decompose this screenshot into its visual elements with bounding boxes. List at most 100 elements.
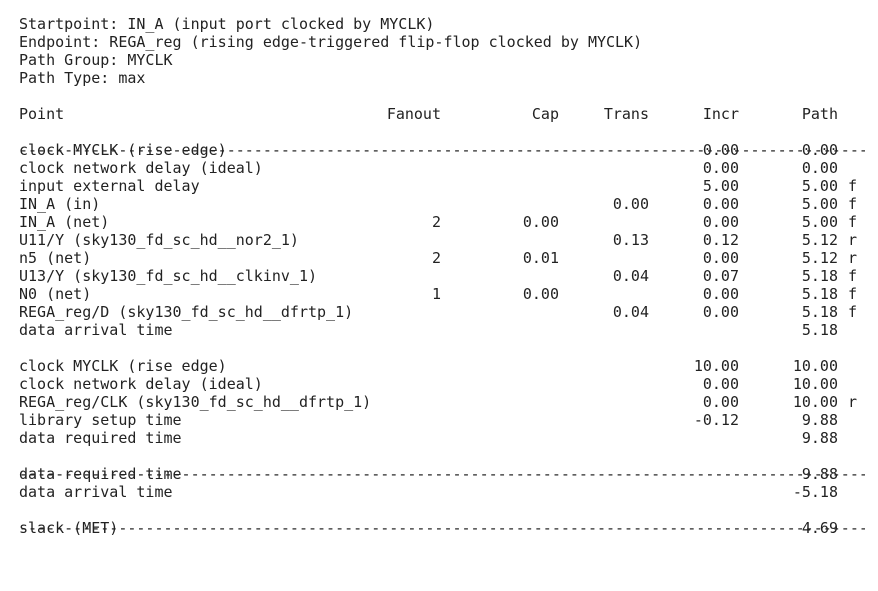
- cell-point: IN_A (net): [19, 213, 110, 231]
- cell-path: 9.88: [801, 429, 838, 447]
- column-header-fanout: Fanout: [386, 105, 441, 123]
- column-header-point: Point: [19, 105, 65, 123]
- cell-path: 9.88: [801, 465, 838, 483]
- table-row: data arrival time -5.18: [0, 483, 878, 501]
- cell-edge: r: [848, 231, 858, 249]
- table-row: U13/Y (sky130_fd_sc_hd__clkinv_1) 0.04 0.0…: [0, 267, 878, 285]
- cell-point: data arrival time: [19, 483, 173, 501]
- cell-path: 5.12: [801, 231, 838, 249]
- cell-path: 5.00: [801, 195, 838, 213]
- cell-path: -5.18: [792, 483, 838, 501]
- path-type-line: Path Type: max: [0, 69, 878, 87]
- startpoint-text: Startpoint: IN_A (input port clocked by …: [19, 15, 435, 33]
- column-header-trans: Trans: [603, 105, 649, 123]
- cell-path: 5.12: [801, 249, 838, 267]
- cell-incr: 0.00: [702, 285, 739, 303]
- cell-trans: 0.04: [612, 303, 649, 321]
- table-row: clock MYCLK (rise edge) 0.00 0.00: [0, 141, 878, 159]
- cell-point: REGA_reg/D (sky130_fd_sc_hd__dfrtp_1): [19, 303, 354, 321]
- path-group-line: Path Group: MYCLK: [0, 51, 878, 69]
- cell-path: 5.18: [801, 321, 838, 339]
- timing-report: Startpoint: IN_A (input port clocked by …: [0, 0, 878, 544]
- slack-row: slack (MET) 4.69: [0, 519, 878, 537]
- table-row: IN_A (in) 0.00 0.00 5.00 f: [0, 195, 878, 213]
- table-row: clock network delay (ideal) 0.00 0.00: [0, 159, 878, 177]
- cell-edge: r: [848, 393, 858, 411]
- cell-incr: 0.07: [702, 267, 739, 285]
- cell-cap: 0.01: [522, 249, 559, 267]
- cell-incr: 0.12: [702, 231, 739, 249]
- column-header-row: Point Fanout Cap Trans Incr Path: [0, 105, 878, 123]
- cell-point: N0 (net): [19, 285, 92, 303]
- column-header-cap: Cap: [531, 105, 559, 123]
- cell-incr: 0.00: [702, 195, 739, 213]
- cell-cap: 0.00: [522, 213, 559, 231]
- path-group-text: Path Group: MYCLK: [19, 51, 173, 69]
- table-row: library setup time -0.12 9.88: [0, 411, 878, 429]
- table-row: data required time 9.88: [0, 429, 878, 447]
- cell-fanout: 2: [431, 249, 441, 267]
- cell-incr: 0.00: [702, 393, 739, 411]
- cell-point: U11/Y (sky130_fd_sc_hd__nor2_1): [19, 231, 299, 249]
- endpoint-line: Endpoint: REGA_reg (rising edge-triggere…: [0, 33, 878, 51]
- cell-path: 5.00: [801, 213, 838, 231]
- cell-incr: 0.00: [702, 213, 739, 231]
- cell-edge: f: [848, 303, 858, 321]
- cell-path: 0.00: [801, 141, 838, 159]
- cell-point: REGA_reg/CLK (sky130_fd_sc_hd__dfrtp_1): [19, 393, 372, 411]
- cell-incr: 0.00: [702, 159, 739, 177]
- cell-point: data required time: [19, 465, 182, 483]
- cell-path: 10.00: [792, 375, 838, 393]
- cell-trans: 0.13: [612, 231, 649, 249]
- separator-required: ----------------------------------------…: [0, 447, 878, 483]
- cell-incr: -0.12: [693, 411, 739, 429]
- cell-point: n5 (net): [19, 249, 92, 267]
- cell-point: clock network delay (ideal): [19, 159, 263, 177]
- cell-cap: 0.00: [522, 285, 559, 303]
- slack-value: 4.69: [801, 519, 838, 537]
- cell-path: 5.18: [801, 303, 838, 321]
- cell-trans: 0.00: [612, 195, 649, 213]
- table-row: N0 (net) 1 0.00 0.00 5.18 f: [0, 285, 878, 303]
- table-row: REGA_reg/CLK (sky130_fd_sc_hd__dfrtp_1) 0…: [0, 393, 878, 411]
- column-header-path: Path: [801, 105, 838, 123]
- table-row: data required time 9.88: [0, 465, 878, 483]
- cell-edge: f: [848, 285, 858, 303]
- cell-edge: f: [848, 267, 858, 285]
- table-row: n5 (net) 2 0.01 0.00 5.12 r: [0, 249, 878, 267]
- column-header-incr: Incr: [702, 105, 739, 123]
- cell-incr: 0.00: [702, 249, 739, 267]
- startpoint-line: Startpoint: IN_A (input port clocked by …: [0, 15, 878, 33]
- cell-incr: 0.00: [702, 303, 739, 321]
- cell-incr: 10.00: [693, 357, 739, 375]
- cell-point: U13/Y (sky130_fd_sc_hd__clkinv_1): [19, 267, 318, 285]
- cell-incr: 0.00: [702, 375, 739, 393]
- cell-fanout: 1: [431, 285, 441, 303]
- cell-path: 10.00: [792, 393, 838, 411]
- path-type-text: Path Type: max: [19, 69, 146, 87]
- cell-point: IN_A (in): [19, 195, 101, 213]
- table-row: clock network delay (ideal) 0.00 10.00: [0, 375, 878, 393]
- cell-path: 5.00: [801, 177, 838, 195]
- cell-trans: 0.04: [612, 267, 649, 285]
- cell-point: clock MYCLK (rise edge): [19, 141, 227, 159]
- cell-edge: f: [848, 195, 858, 213]
- table-row: input external delay 5.00 5.00 f: [0, 177, 878, 195]
- table-row: REGA_reg/D (sky130_fd_sc_hd__dfrtp_1) 0.0…: [0, 303, 878, 321]
- cell-incr: 5.00: [702, 177, 739, 195]
- cell-point: data arrival time: [19, 321, 173, 339]
- cell-point: clock network delay (ideal): [19, 375, 263, 393]
- table-row: data arrival time 5.18: [0, 321, 878, 339]
- table-row: IN_A (net) 2 0.00 0.00 5.00 f: [0, 213, 878, 231]
- endpoint-text: Endpoint: REGA_reg (rising edge-triggere…: [19, 33, 643, 51]
- cell-point: input external delay: [19, 177, 200, 195]
- separator-summary: ----------------------------------------…: [0, 501, 878, 537]
- cell-fanout: 2: [431, 213, 441, 231]
- cell-path: 5.18: [801, 267, 838, 285]
- slack-label: slack (MET): [19, 519, 119, 537]
- cell-point: library setup time: [19, 411, 182, 429]
- table-row: clock MYCLK (rise edge) 10.00 10.00: [0, 357, 878, 375]
- cell-path: 10.00: [792, 357, 838, 375]
- cell-point: data required time: [19, 429, 182, 447]
- cell-edge: f: [848, 213, 858, 231]
